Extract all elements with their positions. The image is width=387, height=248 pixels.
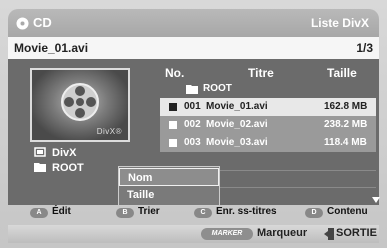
folder-icon [34, 163, 46, 172]
key-sort[interactable]: B Trier [116, 206, 160, 218]
preview-thumbnail: DivX® [30, 68, 130, 142]
header-title: CD [33, 15, 52, 30]
exit-icon[interactable] [324, 228, 334, 240]
file-row-2[interactable]: 002 Movie_02.avi 238.2 MB [160, 116, 376, 134]
disc-icon [16, 17, 29, 30]
function-key-bar: A Édit B Trier C Enr. ss-titres D Contenu [8, 206, 379, 220]
sort-option-size[interactable]: Taille [119, 186, 219, 204]
footer-bar: MARKER Marqueur SORTIE [8, 225, 379, 243]
root-label: ROOT [203, 83, 232, 94]
folder-icon [186, 85, 198, 94]
file-no: 002 [184, 119, 201, 130]
page-indicator: 1/3 [356, 41, 373, 55]
sort-option-label: Nom [128, 172, 153, 184]
file-no: 003 [184, 137, 201, 148]
sort-option-name[interactable]: Nom [119, 168, 219, 186]
divx-brand: DivX® [96, 127, 122, 136]
file-title: Movie_02.avi [206, 119, 268, 130]
key-edit[interactable]: A Édit [30, 206, 71, 218]
file-title: Movie_01.avi [206, 101, 268, 112]
empty-row-divider [215, 170, 376, 171]
file-no: 001 [184, 101, 201, 112]
d-button-icon: D [305, 208, 323, 218]
file-size: 118.4 MB [324, 137, 367, 148]
marker-label: Marqueur [257, 227, 308, 239]
current-file-name: Movie_01.avi [14, 41, 89, 55]
c-button-icon: C [194, 208, 212, 218]
key-save-subtitles[interactable]: C Enr. ss-titres [194, 206, 277, 218]
a-button-icon: A [30, 208, 48, 218]
col-header-no: No. [165, 66, 185, 80]
checkbox-icon [169, 103, 177, 111]
b-button-icon: B [116, 208, 134, 218]
scroll-down-arrow-icon[interactable] [372, 197, 380, 203]
file-size: 238.2 MB [324, 119, 368, 130]
empty-row-divider [215, 187, 376, 188]
dvd-menu-screen: CD Liste DivX Movie_01.avi 1/3 DivX® Div… [0, 0, 387, 248]
file-row-3[interactable]: 003 Movie_03.avi 118.4 MB [160, 134, 376, 152]
file-title: Movie_03.avi [206, 137, 268, 148]
sort-option-label: Taille [127, 189, 155, 201]
header-bar: CD Liste DivX [8, 9, 379, 37]
key-content[interactable]: D Contenu [305, 206, 368, 218]
format-icon [34, 147, 46, 157]
format-label: DivX [52, 147, 77, 159]
col-header-size: Taille [327, 66, 357, 80]
exit-label: SORTIE [336, 227, 377, 239]
checkbox-icon [169, 139, 177, 147]
marker-button-icon[interactable]: MARKER [201, 228, 253, 240]
header-mode: Liste DivX [310, 16, 369, 30]
film-reel-icon [61, 83, 99, 121]
checkbox-icon [169, 121, 177, 129]
current-file-bar: Movie_01.avi 1/3 [8, 37, 379, 59]
folder-label: ROOT [52, 162, 84, 174]
format-info: DivX [34, 147, 76, 159]
sort-context-menu: Nom Taille [118, 166, 220, 206]
folder-info: ROOT [34, 162, 84, 174]
file-size: 162.8 MB [324, 101, 368, 112]
root-row[interactable]: ROOT [160, 80, 376, 98]
file-row-1[interactable]: 001 Movie_01.avi 162.8 MB [160, 98, 376, 116]
col-header-title: Titre [248, 66, 274, 80]
